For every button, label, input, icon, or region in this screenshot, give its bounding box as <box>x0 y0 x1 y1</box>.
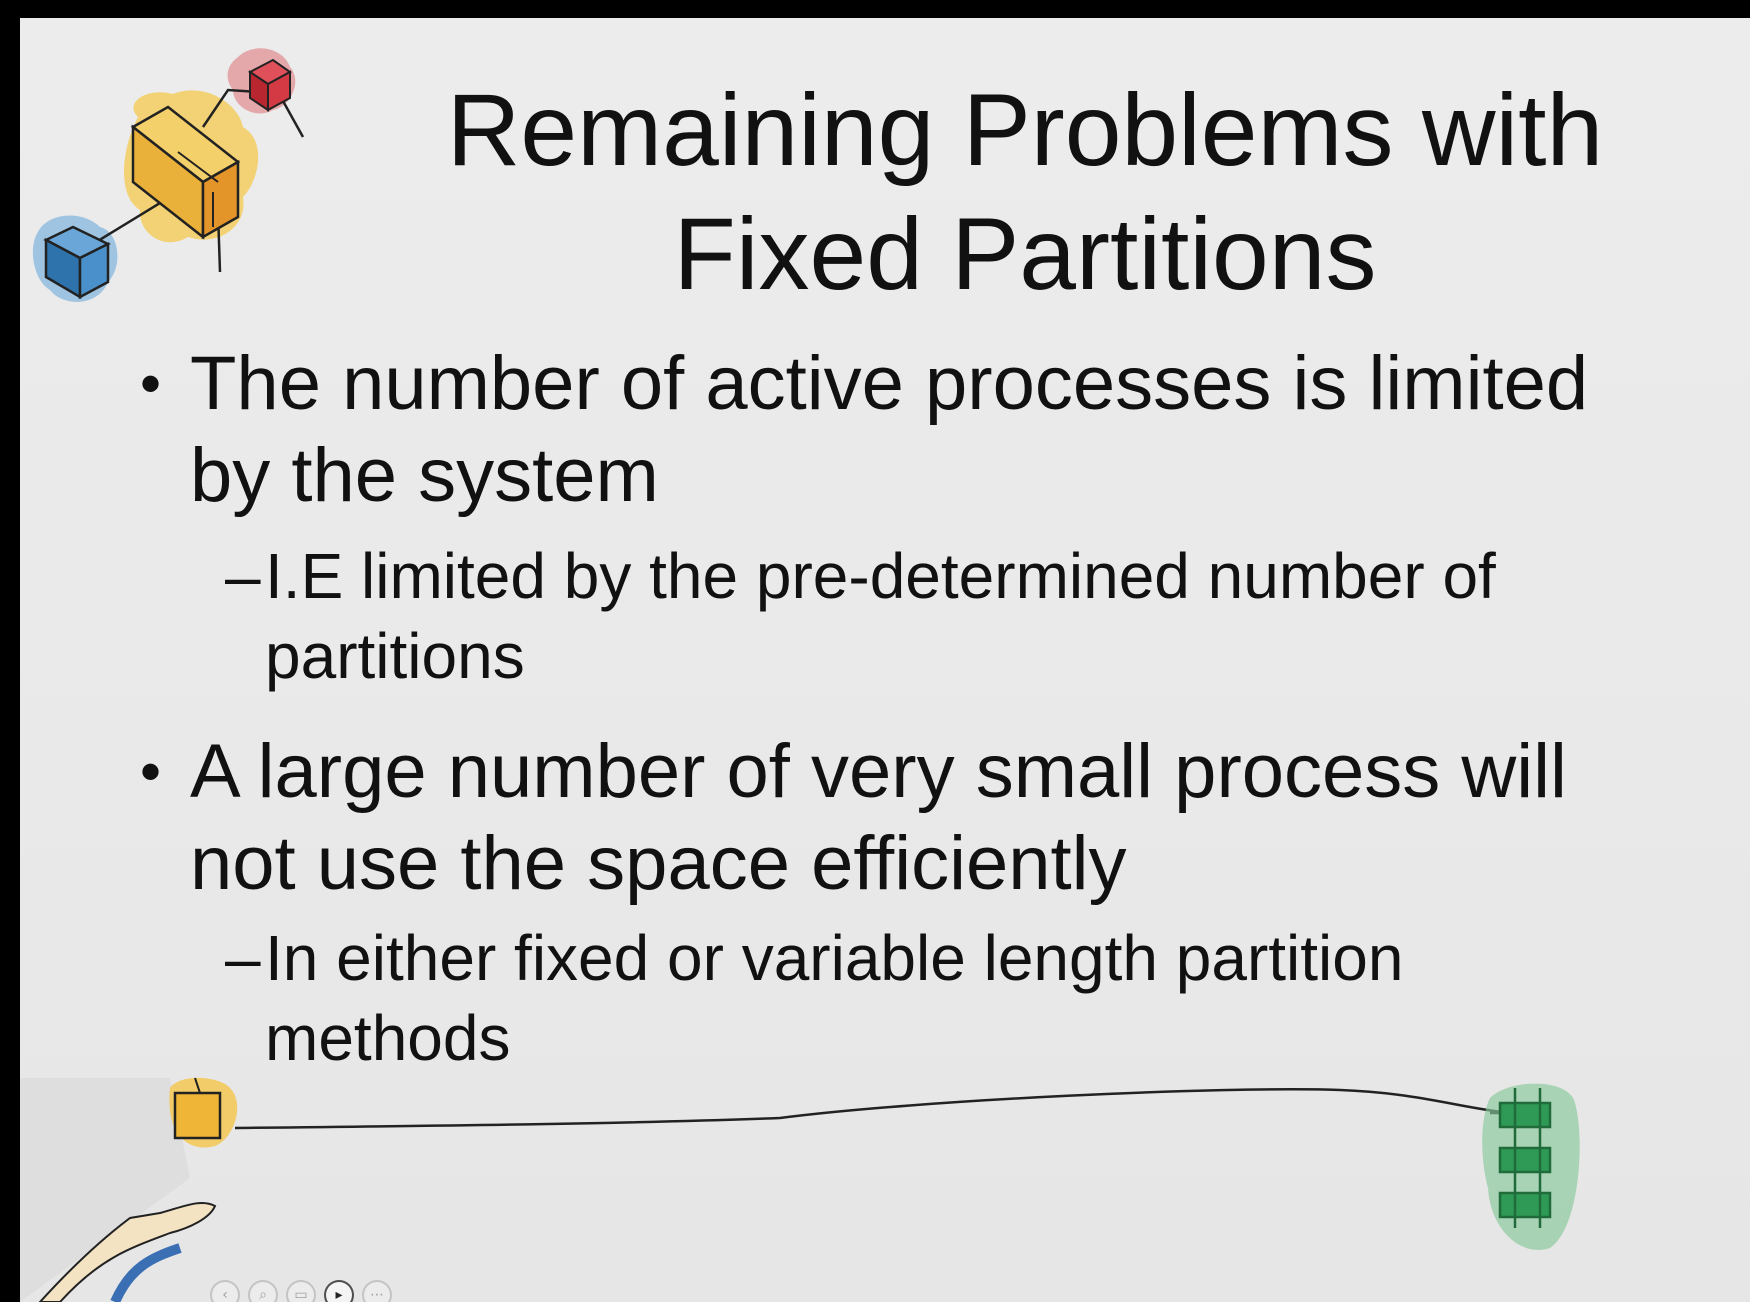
bullet-text: The number of active processes is limite… <box>190 341 1589 518</box>
bullet-marker: • <box>140 350 162 417</box>
bullet-item: • The number of active processes is limi… <box>140 338 1630 522</box>
more-icon[interactable]: ⋯ <box>362 1280 392 1302</box>
back-icon[interactable]: ‹ <box>210 1280 240 1302</box>
sub-bullet-text: I.E limited by the pre-determined number… <box>265 540 1496 692</box>
video-icon[interactable]: ▸ <box>324 1280 354 1302</box>
viewer-stage: Remaining Problems with Fixed Partitions… <box>0 0 1750 1302</box>
bullet-item: • A large number of very small process w… <box>140 726 1630 910</box>
bullet-marker: • <box>140 738 162 805</box>
bullet-text: A large number of very small process wil… <box>190 729 1567 906</box>
slide: Remaining Problems with Fixed Partitions… <box>20 18 1750 1302</box>
sub-bullet-text: In either fixed or variable length parti… <box>265 922 1404 1074</box>
slide-toolbar: ‹ ⌕ ▭ ▸ ⋯ <box>210 1280 392 1302</box>
zoom-icon[interactable]: ⌕ <box>248 1280 278 1302</box>
sub-bullet-marker: – <box>225 540 261 612</box>
sub-bullet-item: – I.E limited by the pre-determined numb… <box>225 536 1645 696</box>
sub-bullet-item: – In either fixed or variable length par… <box>225 918 1645 1078</box>
slides-icon[interactable]: ▭ <box>286 1280 316 1302</box>
sub-bullet-marker: – <box>225 922 261 994</box>
bottom-wire-illustration-icon <box>20 1077 1580 1302</box>
